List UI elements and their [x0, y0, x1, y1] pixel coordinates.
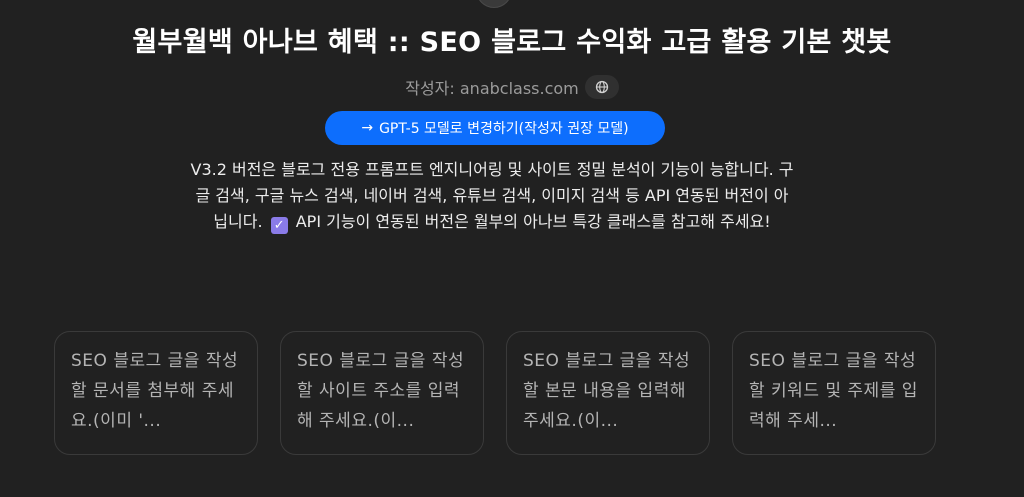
switch-model-label: GPT-5 모델로 변경하기(작성자 권장 모델): [379, 121, 629, 137]
arrow-right-icon: →: [361, 120, 374, 136]
gpt-landing-page: 월부월백 아나브 혜택 :: SEO 블로그 수익화 고급 활용 기본 챗봇 작…: [0, 0, 1024, 497]
starter-card-attach-document[interactable]: SEO 블로그 글을 작성할 문서를 첨부해 주세요.(이미 '...: [54, 331, 258, 455]
website-link-button[interactable]: [584, 75, 619, 99]
starter-card-keyword-topic[interactable]: SEO 블로그 글을 작성할 키워드 및 주제를 입력해 주세...: [732, 331, 936, 455]
starter-card-label: SEO 블로그 글을 작성할 사이트 주소를 입력해 주세요.(이...: [297, 351, 465, 431]
starter-card-body-content[interactable]: SEO 블로그 글을 작성할 본문 내용을 입력해 주세요.(이...: [506, 331, 710, 455]
starter-card-label: SEO 블로그 글을 작성할 본문 내용을 입력해 주세요.(이...: [523, 351, 691, 431]
gpt-description: V3.2 버전은 블로그 전용 프롬프트 엔지니어링 및 사이트 정밀 분석이 …: [190, 157, 794, 235]
gpt-avatar: [476, 0, 512, 8]
starter-card-label: SEO 블로그 글을 작성할 문서를 첨부해 주세요.(이미 '...: [71, 351, 239, 431]
starter-card-label: SEO 블로그 글을 작성할 키워드 및 주제를 입력해 주세...: [749, 351, 918, 431]
starter-card-site-url[interactable]: SEO 블로그 글을 작성할 사이트 주소를 입력해 주세요.(이...: [280, 331, 484, 455]
page-title: 월부월백 아나브 혜택 :: SEO 블로그 수익화 고급 활용 기본 챗봇: [132, 27, 892, 58]
description-text-2: API 기능이 연동된 버전은 월부의 아나브 특강 클래스를 참고해 주세요!: [295, 212, 771, 231]
globe-icon: [595, 80, 608, 94]
checkbox-icon: ✓: [270, 217, 288, 234]
author-label: 작성자: anabclass.com: [405, 79, 579, 98]
switch-model-button[interactable]: → GPT-5 모델로 변경하기(작성자 권장 모델): [325, 111, 665, 145]
conversation-starters: SEO 블로그 글을 작성할 문서를 첨부해 주세요.(이미 '... SEO …: [54, 331, 936, 455]
author-row: 작성자: anabclass.com: [0, 75, 1024, 99]
